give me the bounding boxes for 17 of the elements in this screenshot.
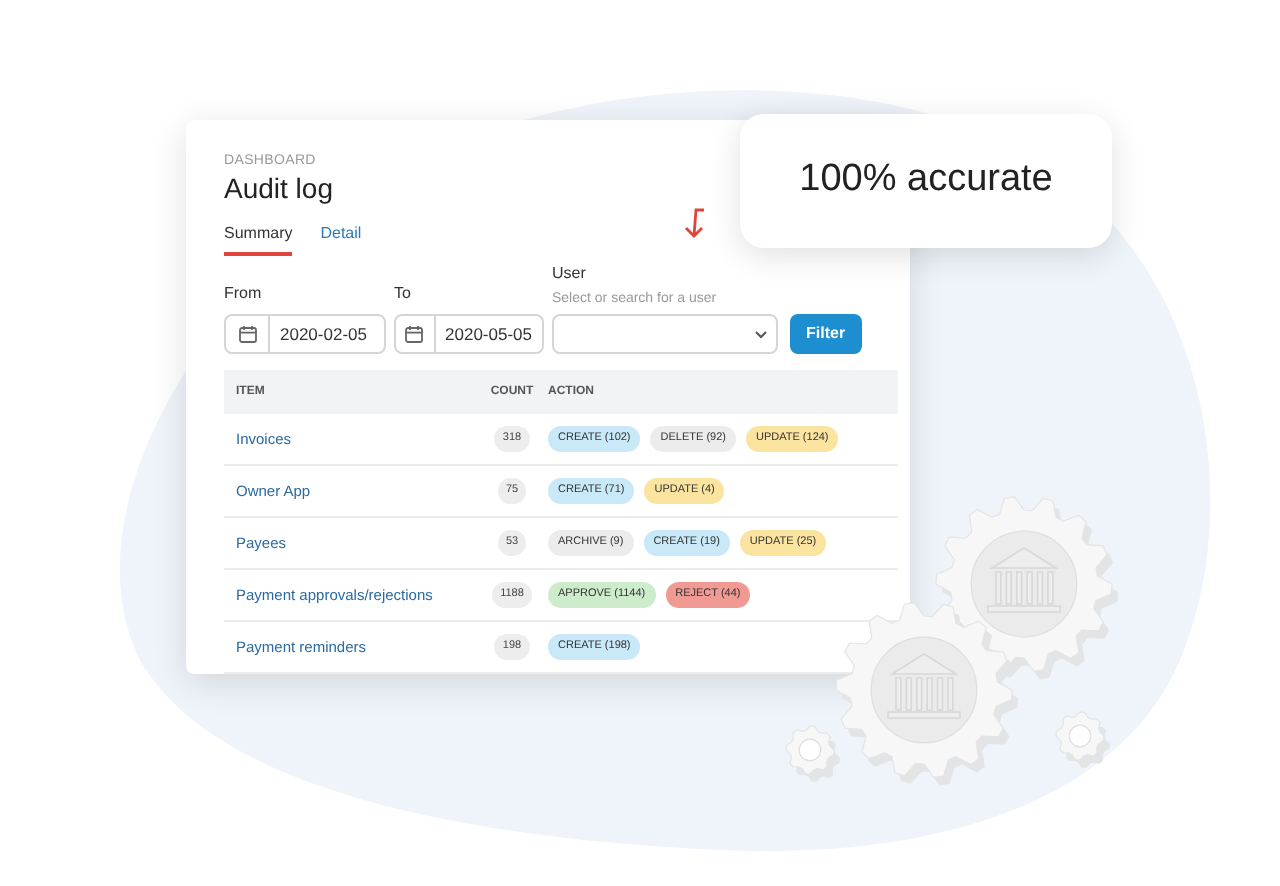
accuracy-callout: 100% accurate: [740, 114, 1112, 248]
tab[interactable]: Summary: [224, 221, 293, 255]
date-value: 2020-02-05: [278, 321, 369, 347]
chevron-down-icon: [754, 329, 768, 339]
field-label: To: [394, 282, 413, 306]
filter-button[interactable]: Filter: [790, 314, 862, 354]
tab[interactable]: Detail: [320, 221, 362, 255]
date-value: 2020-05-05: [443, 321, 534, 347]
field-label: User: [552, 261, 588, 285]
arrow-icon: [680, 205, 708, 241]
calendar-icon: [404, 324, 425, 344]
date-field[interactable]: 2020-02-05: [224, 314, 386, 354]
user-select[interactable]: [552, 314, 778, 354]
calendar-icon: [237, 324, 257, 344]
field-label: From: [224, 282, 264, 306]
page-title: Audit log: [224, 172, 333, 207]
date-field[interactable]: 2020-05-05: [394, 314, 544, 354]
